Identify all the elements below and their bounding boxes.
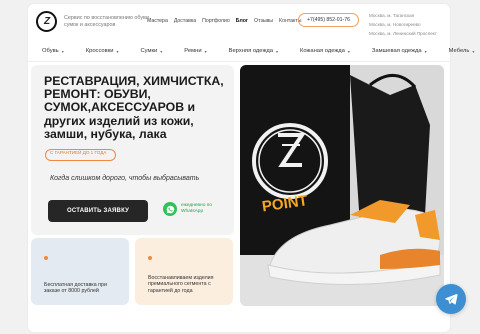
category-label: Обувь <box>42 48 59 54</box>
nav-delivery[interactable]: Доставка <box>174 18 196 24</box>
category-leather-clothing[interactable]: Кожаная одежда ▾ <box>300 48 350 54</box>
nav-reviews[interactable]: Отзывы <box>254 18 273 24</box>
card-text: Бесплатная доставка при заказе от 8000 р… <box>44 282 107 295</box>
address-item[interactable]: Москва, м. Ленинский Проспект <box>369 29 437 38</box>
guarantee-badge: С ГАРАНТИЕЙ ДО 1 ГОДА <box>45 149 116 161</box>
category-bags[interactable]: Сумки ▾ <box>141 48 163 54</box>
whatsapp-caption-line: WhatsApp <box>181 209 204 214</box>
divider <box>28 61 450 62</box>
whatsapp-icon <box>163 202 177 216</box>
chevron-down-icon: ▾ <box>61 48 64 54</box>
chevron-down-icon: ▾ <box>424 48 427 54</box>
chevron-down-icon: ▾ <box>275 48 278 54</box>
top-nav: Мастера Доставка Портфолио Блог Отзывы К… <box>147 18 301 24</box>
logo[interactable]: Z <box>36 11 57 32</box>
address-item[interactable]: Москва, м. Таганская <box>369 11 437 20</box>
category-label: Ремни <box>184 48 202 54</box>
telegram-icon <box>445 294 458 305</box>
category-nav: Обувь ▾ Кроссовки ▾ Сумки ▾ Ремни ▾ Верхняя … <box>28 44 474 58</box>
hero-photo: POINT <box>240 65 444 306</box>
address-item[interactable]: Москва, м. Новогиреево <box>369 20 437 29</box>
category-label: Кожаная одежда <box>299 48 345 54</box>
category-label: Мебель <box>448 48 470 54</box>
category-belts[interactable]: Ремни ▾ <box>184 48 206 54</box>
whatsapp-link[interactable]: ежедневно по WhatsApp <box>163 202 212 216</box>
nav-masters[interactable]: Мастера <box>147 18 168 24</box>
telegram-button[interactable] <box>436 284 466 314</box>
chevron-down-icon: ▾ <box>472 48 475 54</box>
category-shoes[interactable]: Обувь ▾ <box>42 48 64 54</box>
bullet-dot <box>44 256 48 260</box>
bullet-dot <box>148 256 152 260</box>
address-list: Москва, м. Таганская Москва, м. Новогире… <box>369 11 437 38</box>
chevron-down-icon: ▾ <box>116 48 119 54</box>
category-sneakers[interactable]: Кроссовки ▾ <box>86 48 119 54</box>
category-furniture[interactable]: Мебель ▾ <box>449 48 475 54</box>
page-container: Z Сервис по восстановлению обуви, сумок … <box>28 4 474 332</box>
hero-card: РЕСТАВРАЦИЯ, ХИМЧИСТКА, РЕМОНТ: ОБУВИ, С… <box>31 65 234 235</box>
category-label: Кроссовки <box>85 48 114 54</box>
hero-subline: Когда слишком дорого, чтобы выбрасывать <box>50 175 200 182</box>
hero-title: РЕСТАВРАЦИЯ, ХИМЧИСТКА, РЕМОНТ: ОБУВИ, С… <box>44 74 224 141</box>
free-delivery-card: Бесплатная доставка при заказе от 8000 р… <box>31 238 129 305</box>
category-suede-clothing[interactable]: Замшевая одежда ▾ <box>372 48 427 54</box>
chevron-down-icon: ▾ <box>204 48 207 54</box>
category-outerwear[interactable]: Верхняя одежда ▾ <box>229 48 278 54</box>
logo-mark: Z <box>43 16 50 27</box>
nav-blog[interactable]: Блог <box>236 18 248 24</box>
leave-request-button[interactable]: ОСТАВИТЬ ЗАЯВКУ <box>48 200 148 222</box>
chevron-down-icon: ▾ <box>347 48 350 54</box>
phone-button[interactable]: +7(495) 852-01-76 <box>298 13 359 27</box>
sneaker-photo: POINT <box>240 65 444 306</box>
category-label: Сумки <box>140 48 158 54</box>
category-label: Замшевая одежда <box>371 48 422 54</box>
category-label: Верхняя одежда <box>228 48 273 54</box>
card-text: Восстанавливаем изделия премиального сег… <box>148 275 214 294</box>
whatsapp-caption: ежедневно по WhatsApp <box>181 203 212 214</box>
chevron-down-icon: ▾ <box>160 48 163 54</box>
header-top: Z Сервис по восстановлению обуви, сумок … <box>28 4 450 42</box>
premium-restoration-card: Восстанавливаем изделия премиального сег… <box>135 238 233 305</box>
nav-portfolio[interactable]: Портфолио <box>202 18 230 24</box>
